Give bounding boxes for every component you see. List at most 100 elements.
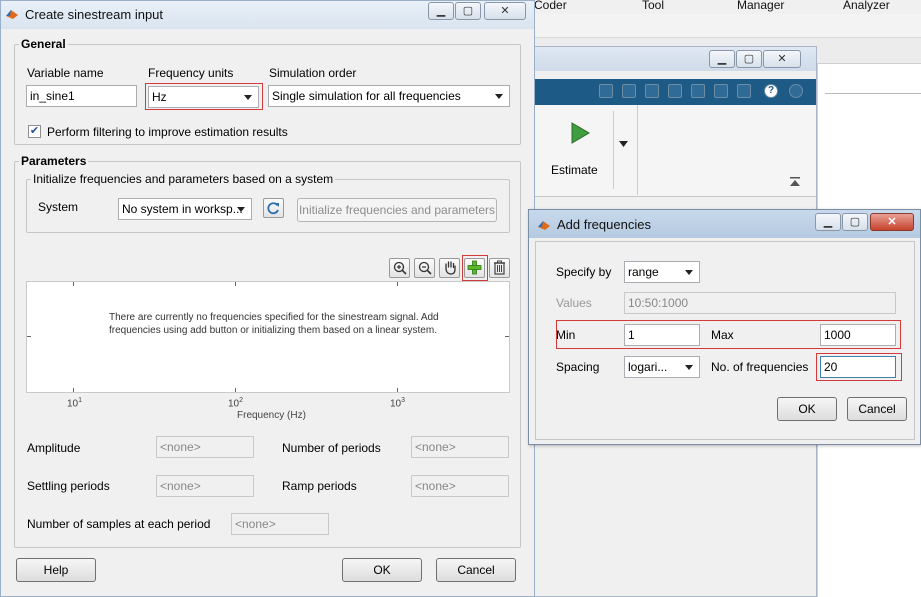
minimize-button[interactable]: ▁ (428, 2, 454, 20)
amplitude-label: Amplitude (27, 441, 81, 455)
dialog-title: Create sinestream input (25, 7, 164, 22)
quick-access-toolbar: ? (531, 79, 816, 105)
specify-by-value: range (628, 265, 659, 279)
min-input[interactable] (624, 324, 700, 346)
values-label: Values (556, 296, 592, 310)
empty-plot-message: There are currently no frequencies speci… (109, 312, 439, 336)
chevron-down-icon (233, 201, 249, 217)
ok-button[interactable]: OK (777, 397, 837, 421)
initialize-frequencies-button[interactable]: Initialize frequencies and parameters (297, 198, 497, 222)
spacing-label: Spacing (556, 360, 600, 374)
menu-analyzer[interactable]: Analyzer (843, 0, 890, 12)
estimate-dropdown[interactable] (613, 111, 631, 189)
maximize-button[interactable]: ▢ (842, 213, 868, 231)
close-button[interactable]: ✕ (484, 2, 526, 20)
copy-icon[interactable] (645, 84, 659, 98)
simulation-order-label: Simulation order (269, 66, 357, 80)
frequency-units-dropdown[interactable]: Hz (148, 86, 259, 108)
spacing-dropdown[interactable]: logari... (624, 356, 700, 378)
samples-per-period-input[interactable] (231, 513, 329, 535)
window-icon[interactable] (737, 84, 751, 98)
help-icon[interactable]: ? (764, 84, 778, 98)
system-value: No system in worksp... (122, 202, 243, 216)
estimate-button[interactable]: Estimate (541, 111, 621, 191)
paste-icon[interactable] (668, 84, 682, 98)
zoom-in-icon[interactable] (389, 258, 410, 278)
variable-name-label: Variable name (27, 66, 104, 80)
add-frequencies-dialog: Add frequencies ▁ ▢ ✕ Specify by range V… (528, 209, 921, 445)
play-icon (571, 122, 590, 144)
cancel-button[interactable]: Cancel (847, 397, 907, 421)
number-of-frequencies-input[interactable] (820, 356, 896, 378)
maximize-button[interactable]: ▢ (455, 2, 481, 20)
frequency-plot: There are currently no frequencies speci… (26, 281, 510, 393)
menu-manager[interactable]: Manager (737, 0, 784, 12)
redo-icon[interactable] (714, 84, 728, 98)
ramp-periods-input[interactable] (411, 475, 509, 497)
number-of-periods-label: Number of periods (282, 441, 381, 455)
specify-by-dropdown[interactable]: range (624, 261, 700, 283)
zoom-out-icon[interactable] (414, 258, 435, 278)
max-input[interactable] (820, 324, 896, 346)
frequency-units-label: Frequency units (148, 66, 234, 80)
simulation-order-value: Single simulation for all frequencies (272, 89, 461, 103)
x-axis-tick (235, 388, 236, 392)
chevron-down-icon (240, 89, 256, 105)
x-axis-tick (397, 282, 398, 286)
collapse-ribbon-icon[interactable] (789, 177, 801, 187)
y-axis-tick (27, 336, 31, 337)
pan-hand-icon[interactable] (439, 258, 460, 278)
frequency-units-value: Hz (152, 90, 167, 104)
options-icon[interactable] (789, 84, 803, 98)
general-panel: General Variable name Frequency units Hz… (14, 37, 521, 145)
undo-icon[interactable] (691, 84, 705, 98)
save-icon[interactable] (599, 84, 613, 98)
add-frequencies-icon[interactable] (464, 258, 485, 278)
initialize-legend: Initialize frequencies and parameters ba… (31, 172, 336, 186)
matlab-logo-icon (6, 10, 18, 19)
menu-coder[interactable]: Coder (534, 0, 567, 12)
cut-icon[interactable] (622, 84, 636, 98)
simulation-order-dropdown[interactable]: Single simulation for all frequencies (268, 85, 510, 107)
cancel-button[interactable]: Cancel (436, 558, 516, 582)
x-axis-tick (73, 282, 74, 286)
specify-by-label: Specify by (556, 265, 612, 279)
filter-checkbox[interactable]: ✔ (28, 125, 41, 138)
x-axis-tick (397, 388, 398, 392)
background-window-titlebar: ▁ ▢ ✕ (531, 47, 816, 71)
samples-per-period-label: Number of samples at each period (27, 517, 211, 531)
background-toolstrip (535, 14, 921, 38)
estimate-label: Estimate (551, 163, 598, 177)
number-of-frequencies-label: No. of frequencies (711, 360, 809, 374)
add-frequencies-title: Add frequencies (557, 217, 651, 232)
delete-trash-icon[interactable] (489, 258, 510, 278)
menu-tool[interactable]: Tool (642, 0, 664, 12)
maximize-button[interactable]: ▢ (736, 50, 762, 68)
variable-name-input[interactable] (26, 85, 137, 107)
minimize-button[interactable]: ▁ (815, 213, 841, 231)
initialize-panel: Initialize frequencies and parameters ba… (26, 172, 510, 233)
close-button[interactable]: ✕ (763, 50, 801, 68)
ramp-periods-label: Ramp periods (282, 479, 357, 493)
settling-periods-label: Settling periods (27, 479, 110, 493)
system-dropdown[interactable]: No system in worksp... (118, 198, 252, 220)
settling-periods-input[interactable] (156, 475, 254, 497)
ok-button[interactable]: OK (342, 558, 422, 582)
min-label: Min (556, 328, 576, 342)
system-label: System (38, 200, 79, 214)
chevron-down-icon (491, 88, 507, 104)
x-tick-label: 101 (67, 397, 83, 410)
amplitude-input[interactable] (156, 436, 254, 458)
minimize-button[interactable]: ▁ (709, 50, 735, 68)
add-frequencies-titlebar: Add frequencies ▁ ▢ ✕ (529, 210, 920, 238)
close-button[interactable]: ✕ (870, 213, 914, 231)
number-of-periods-input[interactable] (411, 436, 509, 458)
background-document-header (825, 64, 921, 94)
help-button[interactable]: Help (16, 558, 96, 582)
x-axis-tick (235, 282, 236, 286)
refresh-icon[interactable] (263, 198, 284, 218)
parameters-legend: Parameters (19, 154, 89, 168)
values-input[interactable] (624, 292, 896, 314)
chevron-down-icon (681, 264, 697, 280)
y-axis-tick (505, 336, 509, 337)
